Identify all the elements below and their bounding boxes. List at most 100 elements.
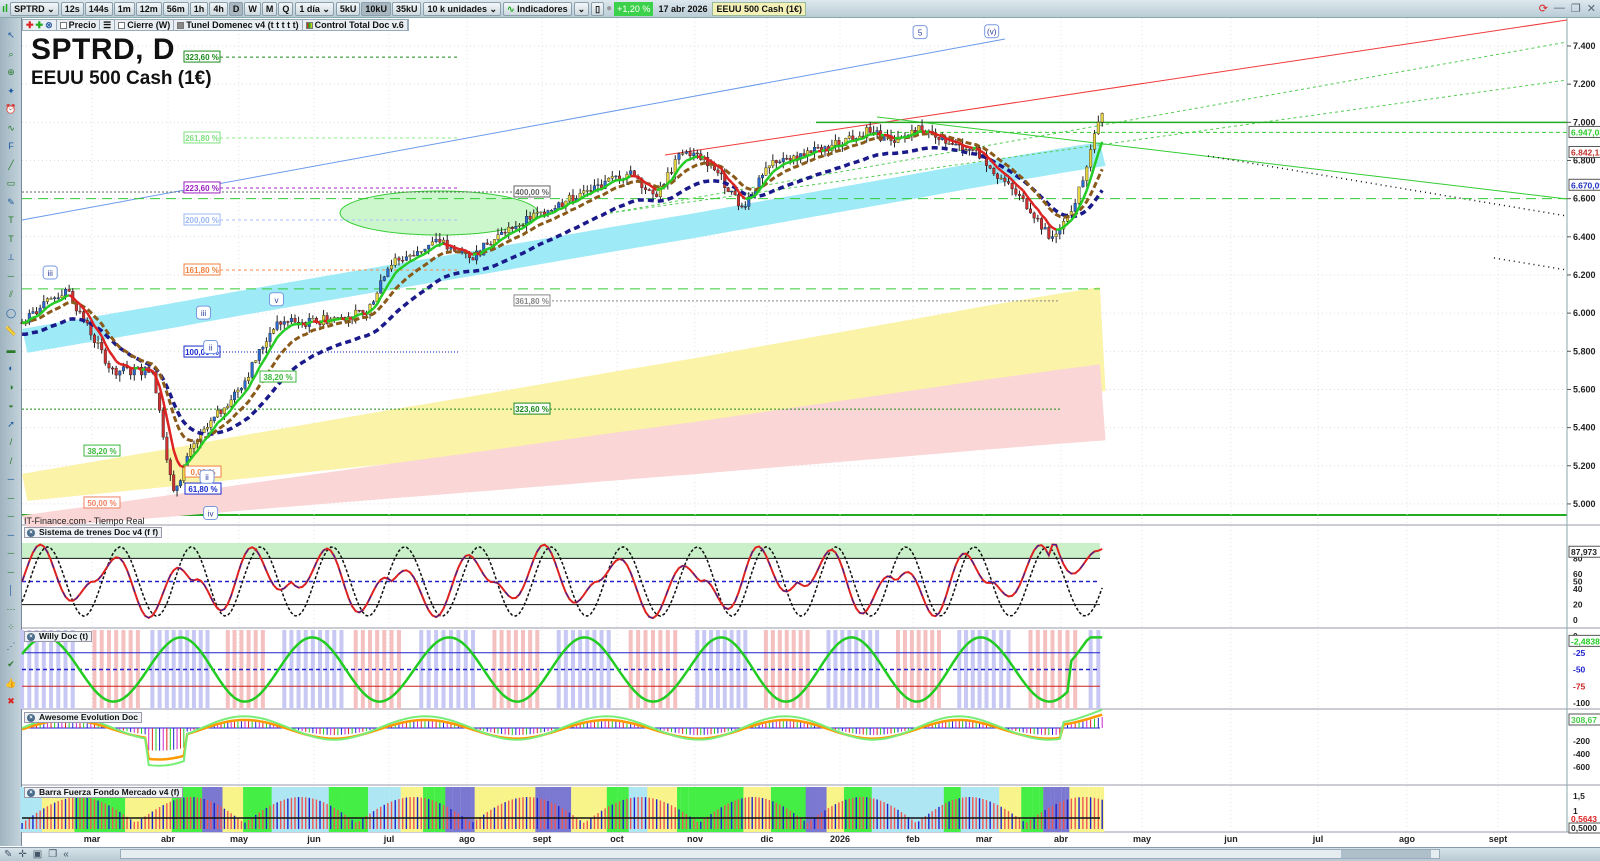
fib-label-text: 323,60 % — [185, 53, 219, 62]
legend-list-icon[interactable]: ☰ — [100, 20, 116, 30]
panel-tick: -50 — [1573, 665, 1586, 675]
candle-body — [596, 184, 600, 186]
fib-label-text: 50,00 % — [87, 499, 116, 508]
fast-ma-segment — [821, 148, 826, 153]
candle-body — [1047, 227, 1051, 239]
legend-item-precio[interactable]: Precio — [57, 20, 101, 30]
panel-title-trenes[interactable]: × Sistema de trenes Doc v4 (f f) — [24, 527, 163, 538]
fast-ma-segment — [782, 161, 788, 166]
fast-ma-segment — [969, 146, 974, 150]
candle-body — [585, 190, 589, 192]
fast-ma-segment — [569, 201, 574, 205]
candle-body — [781, 158, 785, 163]
fast-ma-segment — [693, 155, 698, 159]
panel-title-awesome[interactable]: × Awesome Evolution Doc — [24, 712, 143, 723]
candle-body — [254, 360, 258, 363]
legend-add-icons[interactable]: ✚ ✚ ⊗ — [23, 20, 57, 30]
candle-body — [947, 143, 951, 145]
fast-ma-segment — [656, 187, 661, 192]
close-panel-icon[interactable]: × — [27, 789, 35, 797]
candle-body — [847, 135, 851, 139]
legend-item-cierre[interactable]: Cierre (W) — [115, 20, 175, 30]
candle-body — [785, 158, 789, 160]
candle-body — [1054, 233, 1058, 237]
fib-label-text: 38,20 % — [87, 447, 116, 456]
candle-body — [233, 391, 237, 401]
candle-body — [85, 320, 89, 324]
date-tick-label: dic — [760, 834, 773, 844]
candle-body — [528, 216, 532, 220]
fast-ma-segment — [119, 362, 124, 367]
fast-ma-segment — [355, 313, 360, 318]
chart-canvas[interactable]: 7.4007.2007.0006.8006.6006.4006.2006.000… — [0, 0, 1600, 861]
candle-body — [401, 260, 405, 262]
date-tick-label: jun — [1223, 834, 1238, 844]
willy-bg-bar — [977, 630, 982, 709]
date-tick-label: oct — [610, 834, 624, 844]
scrollbar-thumb[interactable] — [1341, 850, 1431, 858]
candle-body — [1073, 202, 1077, 212]
candle-body — [205, 427, 209, 430]
candle-body — [42, 301, 46, 309]
date-tick-label: mar — [84, 834, 101, 844]
candle-body — [629, 170, 633, 175]
close-panel-icon[interactable]: × — [27, 633, 35, 641]
fast-ma-segment — [796, 157, 802, 162]
date-tick-label: jul — [383, 834, 395, 844]
candle-body — [393, 257, 397, 266]
wave-label-text: v — [275, 296, 279, 305]
panel-tick: 0 — [1573, 615, 1578, 625]
date-tick-label: abr — [1054, 834, 1069, 844]
candle-body — [438, 238, 442, 243]
fast-ma-segment — [461, 248, 467, 252]
horizontal-scrollbar[interactable] — [120, 849, 1440, 859]
windows-icon[interactable]: ❐ — [48, 849, 57, 860]
date-tick-label: sept — [533, 834, 552, 844]
fast-ma-segment — [526, 222, 531, 227]
wave-label-text: iii — [201, 309, 207, 318]
fast-ma-segment — [536, 215, 542, 220]
layout-icon[interactable]: ▣ — [33, 849, 42, 860]
candle-body — [557, 202, 561, 209]
fast-ma-segment — [447, 243, 452, 248]
panel-title-willy[interactable]: × Willy Doc (t) — [24, 631, 93, 642]
candle-body — [1017, 194, 1021, 196]
fast-ma-segment — [326, 319, 331, 323]
candle-body — [695, 152, 699, 155]
candle-body — [158, 392, 162, 411]
crosshair-icon[interactable]: ✛ — [18, 849, 26, 860]
candle-body — [49, 298, 53, 300]
candle-body — [1081, 180, 1085, 188]
legend-item-control-total[interactable]: Control Total Doc v.6 — [303, 20, 408, 30]
candle-body — [688, 151, 692, 157]
legend-item-tunel[interactable]: Tunel Domenec v4 (t t t t t) — [174, 20, 303, 30]
candle-body — [510, 227, 514, 229]
fast-ma-segment — [319, 319, 325, 324]
candle-body — [114, 367, 118, 376]
price-tick-label: 5.600 — [1573, 384, 1596, 394]
candle-body — [247, 377, 251, 382]
candle-body — [644, 187, 648, 190]
pencil-icon[interactable]: ✎ — [4, 849, 12, 860]
wave-label-text: ii — [209, 343, 213, 352]
fast-ma-segment — [465, 249, 471, 254]
candle-body — [651, 189, 655, 195]
fast-ma-segment — [551, 210, 556, 215]
candle-body — [726, 187, 730, 192]
close-panel-icon[interactable]: × — [27, 529, 35, 537]
candle-body — [103, 349, 107, 364]
close-panel-icon[interactable]: × — [27, 714, 35, 722]
fib-label: 361,80 % — [513, 294, 551, 307]
fast-ma-segment — [308, 320, 314, 324]
candle-body — [1039, 218, 1043, 230]
fast-ma-segment — [745, 197, 749, 201]
scroll-left-button[interactable]: « — [63, 849, 69, 860]
fast-ma-segment — [849, 139, 853, 143]
fast-ma-segment — [814, 149, 819, 154]
candle-body — [771, 160, 775, 167]
panel-title-barra[interactable]: × Barra Fuerza Fondo Mercado v4 (f) — [24, 787, 184, 798]
price-tick-label: 6.400 — [1573, 232, 1596, 242]
candle-body — [489, 244, 493, 246]
candle-body — [118, 370, 122, 376]
candle-body — [692, 152, 696, 157]
